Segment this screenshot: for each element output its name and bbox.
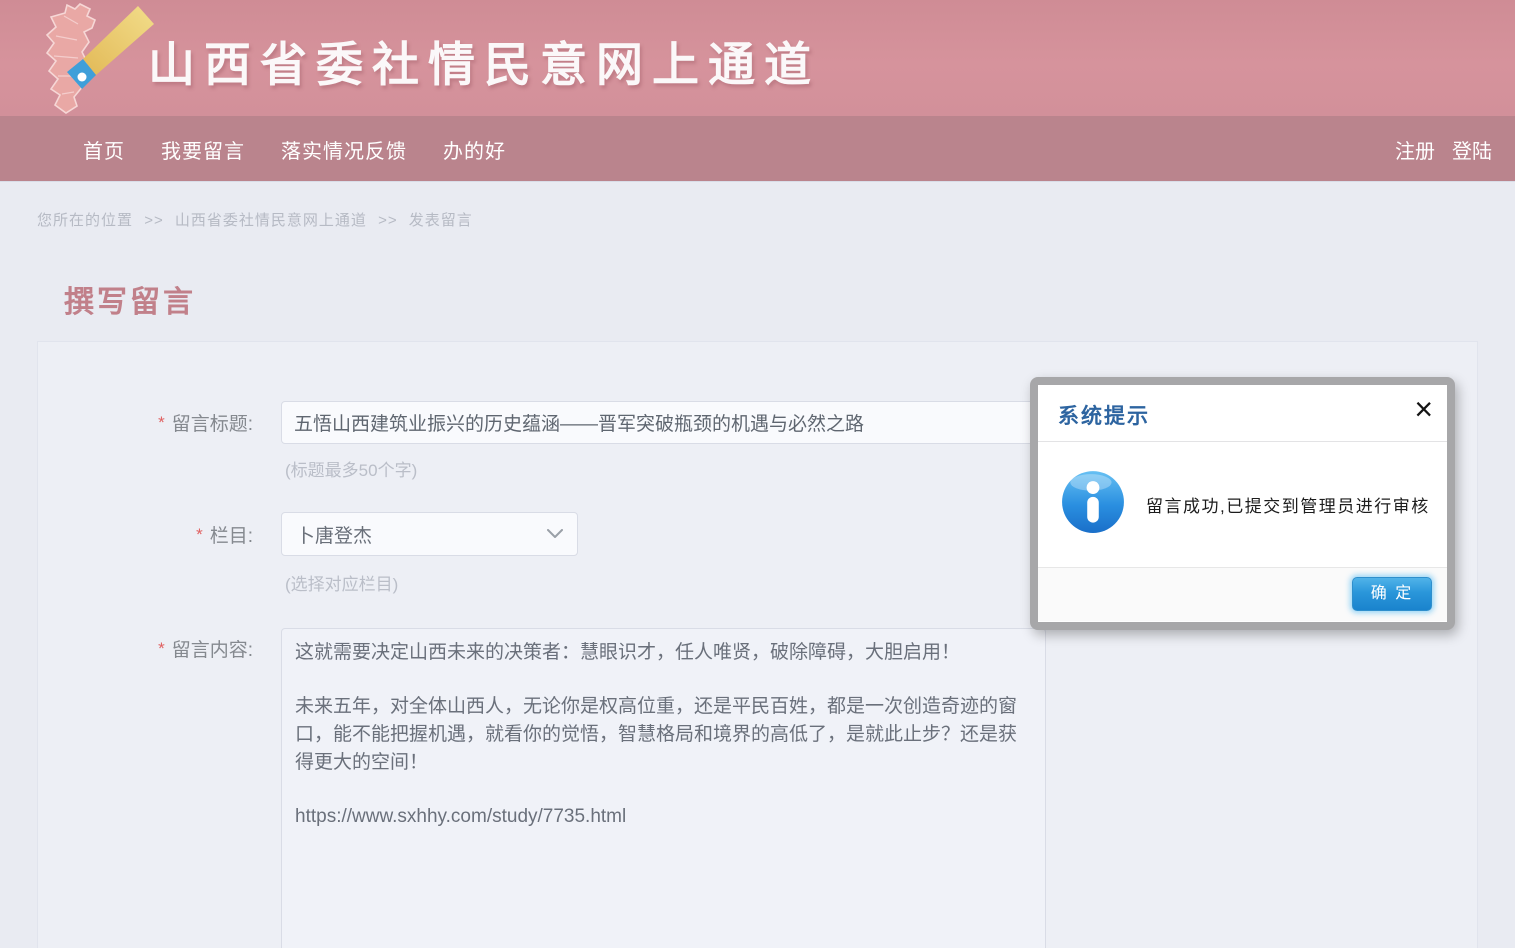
page-title: 撰写留言 (64, 277, 196, 321)
category-select[interactable]: 卜唐登杰 (281, 512, 578, 556)
category-field-hint: (选择对应栏目) (285, 570, 398, 595)
breadcrumb: 您所在的位置 >> 山西省委社情民意网上通道 >> 发表留言 (37, 209, 479, 230)
title-field-hint: (标题最多50个字) (285, 456, 417, 481)
login-link[interactable]: 登陆 (1452, 135, 1492, 164)
content-paragraph: 未来五年，对全体山西人，无论你是权高位重，还是平民百姓，都是一次创造奇迹的窗口，… (295, 693, 1032, 777)
breadcrumb-separator: >> (378, 212, 398, 229)
dialog-message: 留言成功,已提交到管理员进行审核 (1146, 492, 1430, 517)
chevron-down-icon (547, 523, 563, 545)
required-mark: * (158, 639, 165, 658)
title-field-label: *留言标题: (38, 409, 253, 436)
close-icon[interactable]: × (1414, 393, 1433, 425)
required-mark: * (196, 525, 203, 544)
nav-auth: 注册 登陆 (1395, 116, 1492, 182)
confirm-button[interactable]: 确 定 (1352, 577, 1432, 611)
message-content-textarea[interactable]: 这就需要决定山西未来的决策者：慧眼识才，任人唯贤，破除障碍，大胆启用！ 未来五年… (281, 628, 1046, 948)
info-icon (1060, 469, 1126, 540)
category-field-label: *栏目: (38, 521, 253, 548)
dialog-footer: 确 定 (1038, 567, 1447, 621)
content-paragraph: 这就需要决定山西未来的决策者：慧眼识才，任人唯贤，破除障碍，大胆启用！ (295, 639, 1032, 667)
main-nav: 首页 我要留言 落实情况反馈 办的好 注册 登陆 (0, 116, 1515, 182)
breadcrumb-separator: >> (144, 212, 164, 229)
site-title: 山西省委社情民意网上通道 (148, 26, 820, 95)
category-selected-value: 卜唐登杰 (296, 521, 372, 548)
nav-item-leave-message[interactable]: 我要留言 (161, 135, 245, 164)
content-field-label: *留言内容: (38, 635, 253, 662)
breadcrumb-site-link[interactable]: 山西省委社情民意网上通道 (175, 212, 367, 229)
breadcrumb-prefix: 您所在的位置 (37, 212, 133, 229)
shanxi-map-pen-logo-icon (34, 2, 156, 114)
content-paragraph-url: https://www.sxhhy.com/study/7735.html (295, 803, 1032, 831)
nav-item-feedback[interactable]: 落实情况反馈 (281, 135, 407, 164)
required-mark: * (158, 413, 165, 432)
system-prompt-dialog: 系统提示 × 留言成功,已提交到管理员进行审核 确 定 (1030, 377, 1455, 630)
dialog-title: 系统提示 (1058, 400, 1150, 430)
dialog-body: 留言成功,已提交到管理员进行审核 (1038, 442, 1447, 567)
breadcrumb-current: 发表留言 (409, 212, 473, 229)
nav-items: 首页 我要留言 落实情况反馈 办的好 (83, 116, 506, 182)
register-link[interactable]: 注册 (1395, 135, 1435, 164)
site-header: 山西省委社情民意网上通道 (0, 0, 1515, 116)
message-title-input[interactable] (281, 401, 1046, 444)
nav-item-home[interactable]: 首页 (83, 135, 125, 164)
dialog-header: 系统提示 × (1038, 385, 1447, 442)
nav-item-well-done[interactable]: 办的好 (443, 135, 506, 164)
